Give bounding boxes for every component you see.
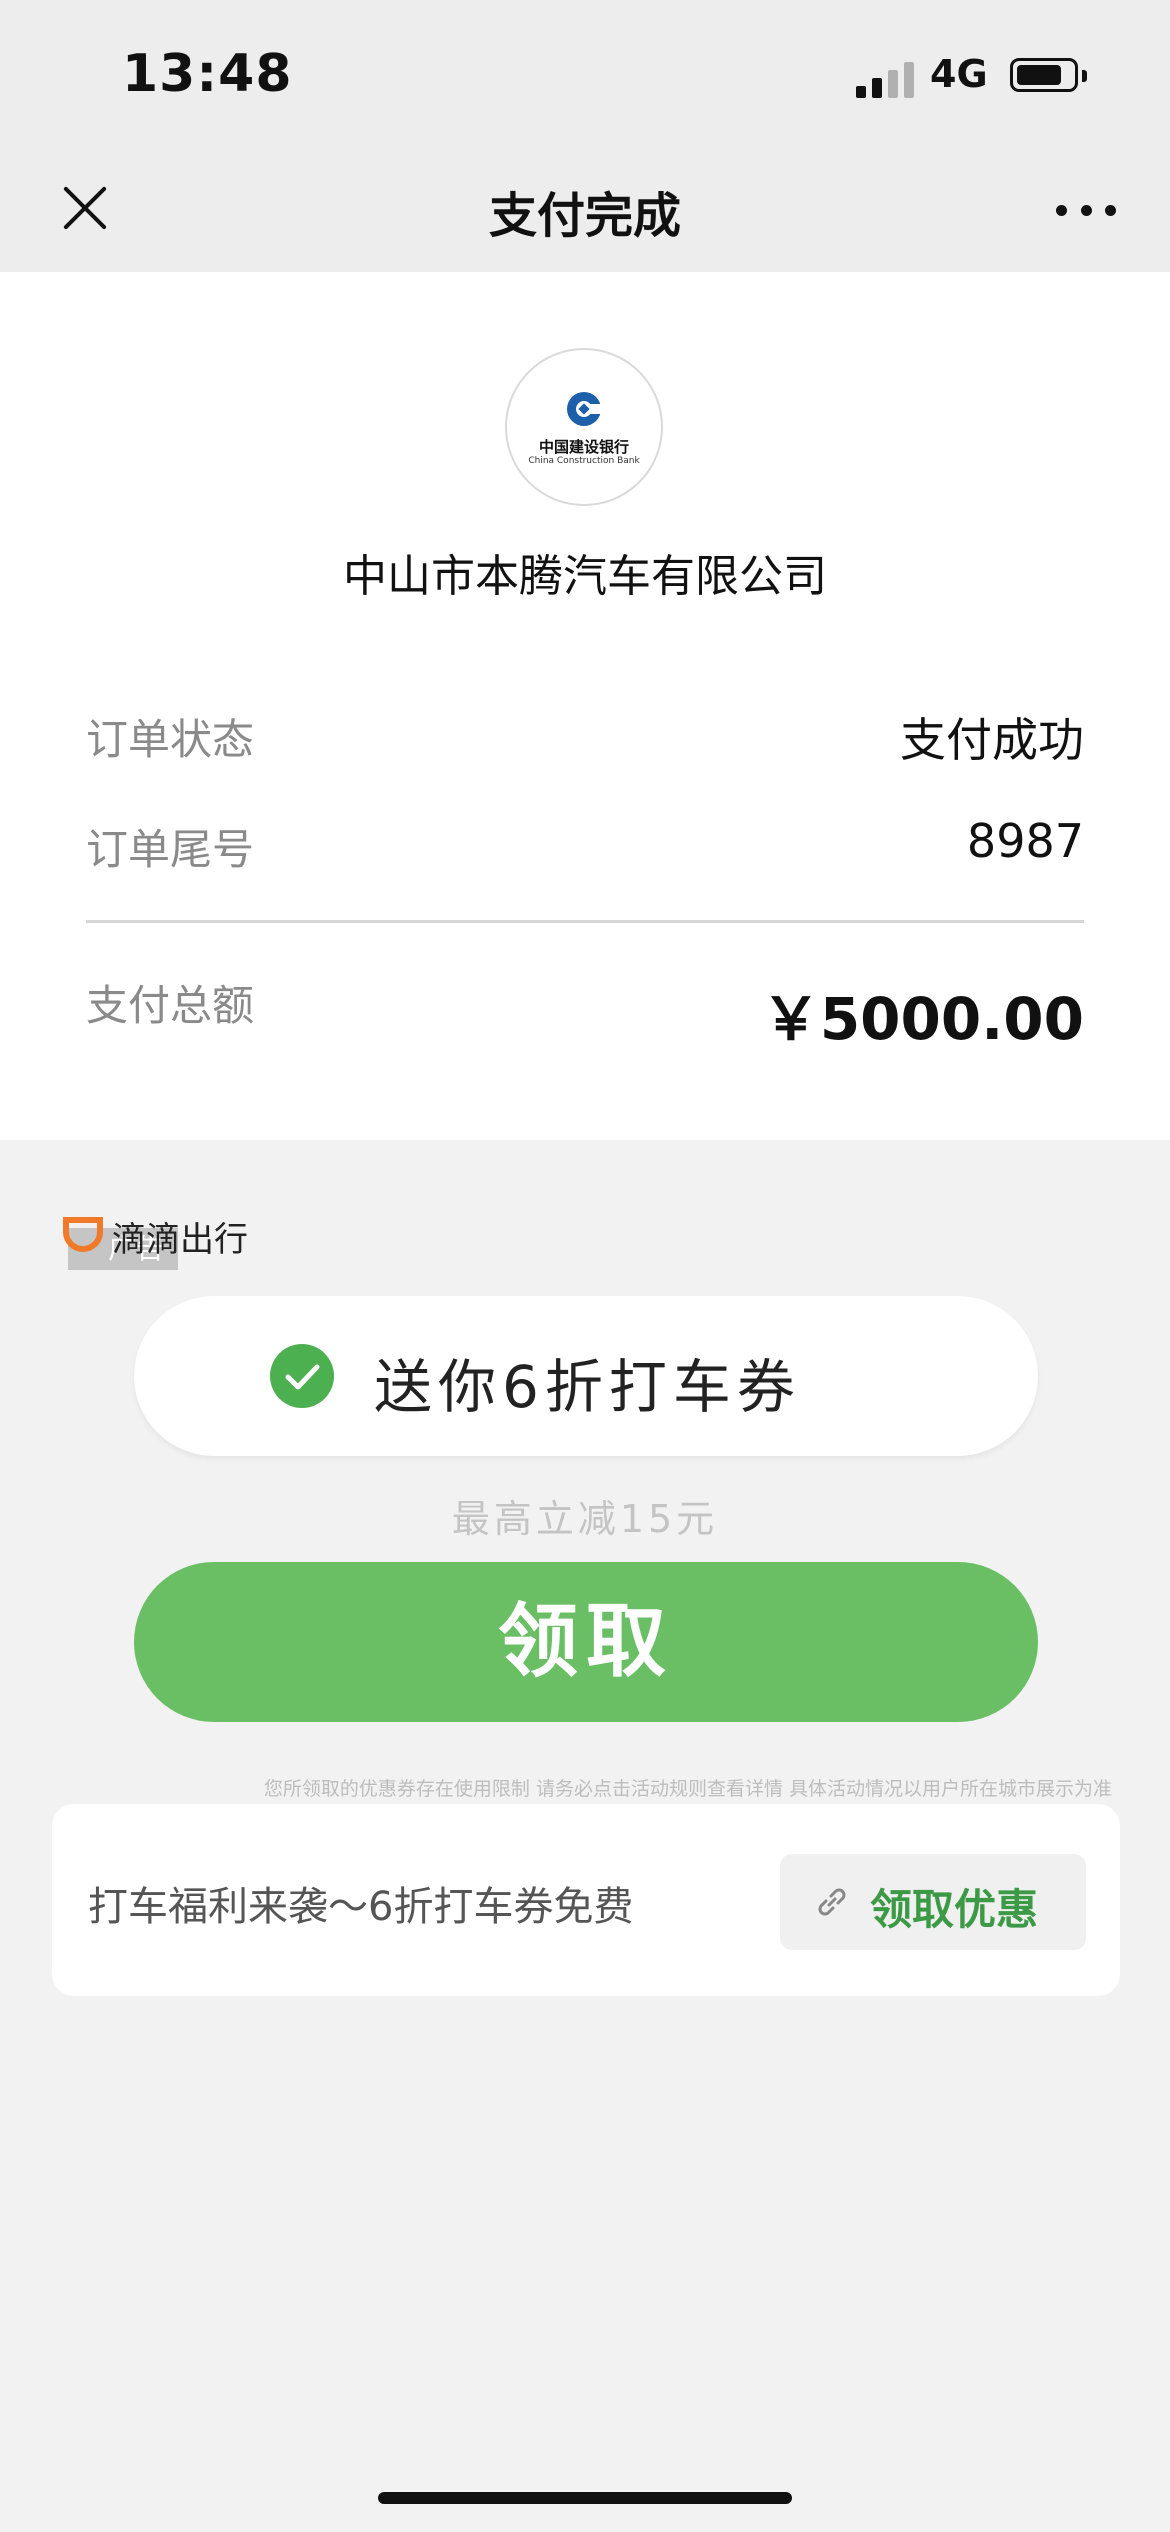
- coupon-banner[interactable]: 送你6折打车券: [134, 1296, 1038, 1456]
- link-icon: [818, 1888, 846, 1916]
- check-icon: [270, 1344, 334, 1408]
- network-type: 4G: [930, 52, 988, 96]
- battery-tip: [1082, 70, 1087, 82]
- disclaimer-text: 您所领取的优惠券存在使用限制 请务必点击活动规则查看详情 具体活动情况以用户所在…: [263, 1778, 1112, 1800]
- promo-text: 打车福利来袭～6折打车券免费: [88, 1884, 634, 1930]
- bank-logo: 中国建设银行 China Construction Bank: [505, 348, 663, 506]
- bank-name-cn: 中国建设银行: [538, 438, 629, 456]
- divider: [86, 920, 1084, 923]
- merchant-name: 中山市本腾汽车有限公司: [343, 551, 827, 602]
- promo-card: 打车福利来袭～6折打车券免费 领取优惠: [52, 1804, 1120, 1996]
- total-amount-label: 支付总额: [86, 981, 255, 1030]
- ad-brand-name: 滴滴出行: [112, 1220, 248, 1260]
- order-status-value: 支付成功: [900, 713, 1084, 767]
- claim-discount-label: 领取优惠: [870, 1885, 1039, 1934]
- coupon-subtitle: 最高立减15元: [451, 1497, 719, 1541]
- order-tail-value: 8987: [966, 814, 1084, 868]
- status-bar: 13:48 4G: [0, 0, 1170, 140]
- order-status-label: 订单状态: [86, 715, 255, 764]
- signal-icon: [856, 58, 916, 98]
- status-time: 13:48: [122, 44, 293, 104]
- page-title: 支付完成: [488, 188, 681, 244]
- ccb-logo-icon: [567, 392, 603, 426]
- didi-logo-icon: [63, 1217, 103, 1252]
- nav-bar: 支付完成: [0, 140, 1170, 272]
- order-tail-label: 订单尾号: [86, 825, 255, 874]
- battery-icon: [1010, 58, 1078, 92]
- bank-name-en: China Construction Bank: [528, 456, 640, 466]
- claim-button[interactable]: 领取: [134, 1562, 1038, 1722]
- claim-discount-button[interactable]: 领取优惠: [780, 1854, 1086, 1950]
- payment-receipt: 中国建设银行 China Construction Bank 中山市本腾汽车有限…: [0, 272, 1170, 1140]
- more-icon[interactable]: [1056, 200, 1116, 220]
- total-amount-value: ￥5000.00: [761, 985, 1084, 1053]
- coupon-title: 送你6折打车券: [374, 1353, 801, 1421]
- home-indicator[interactable]: [378, 2492, 792, 2504]
